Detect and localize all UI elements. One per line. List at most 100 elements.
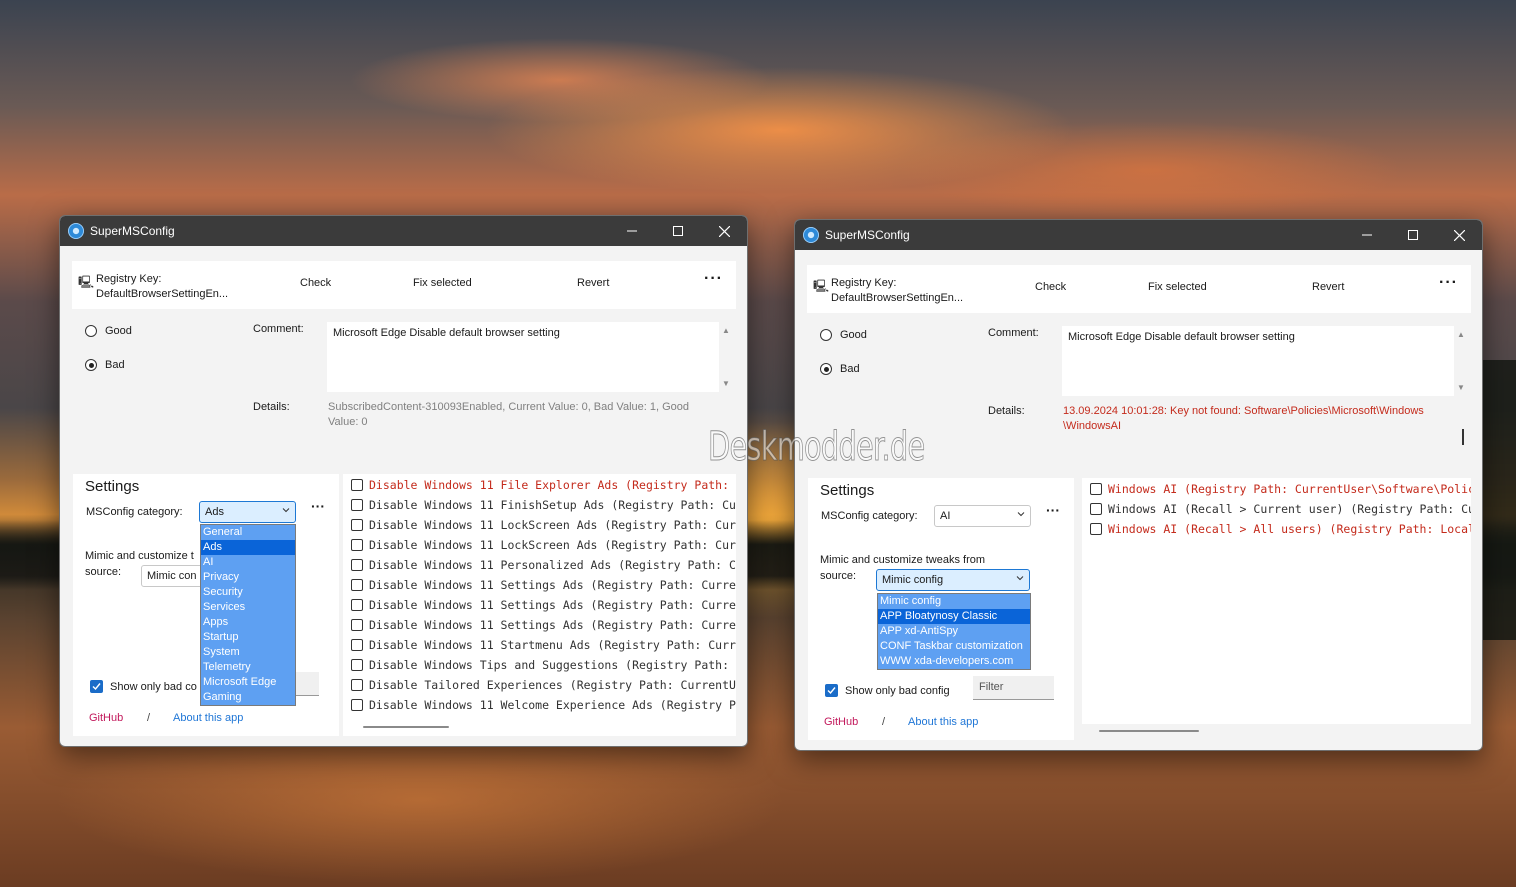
tweak-row[interactable]: Disable Windows 11 Settings Ads (Registr… (351, 598, 736, 612)
tweaks-list[interactable]: Disable Windows 11 File Explorer Ads (Re… (343, 474, 736, 736)
revert-button[interactable]: Revert (1312, 281, 1344, 293)
github-link[interactable]: GitHub (824, 716, 858, 728)
details-scrollbar[interactable] (1462, 429, 1464, 445)
tweak-checkbox[interactable] (351, 539, 363, 551)
dropdown-option[interactable]: Security (201, 585, 295, 600)
tweak-checkbox[interactable] (351, 699, 363, 711)
dropdown-option[interactable]: Ads (201, 540, 295, 555)
category-more-button[interactable]: ··· (311, 498, 325, 514)
tweaks-list[interactable]: Windows AI (Registry Path: CurrentUser\S… (1082, 478, 1471, 724)
dropdown-option[interactable]: Gaming (201, 690, 295, 705)
category-combobox[interactable]: AI (934, 505, 1031, 527)
about-link[interactable]: About this app (908, 716, 978, 728)
tweak-checkbox[interactable] (351, 519, 363, 531)
dropdown-option[interactable]: Services (201, 600, 295, 615)
dropdown-option[interactable]: AI (201, 555, 295, 570)
about-link[interactable]: About this app (173, 712, 243, 724)
more-options-button[interactable]: ··· (704, 270, 723, 288)
tweak-row[interactable]: Disable Windows 11 Settings Ads (Registr… (351, 618, 736, 632)
minimize-button[interactable] (609, 216, 655, 246)
tweak-row[interactable]: Disable Windows 11 Welcome Experience Ad… (351, 698, 736, 712)
tweak-checkbox[interactable] (1090, 503, 1102, 515)
title-bar[interactable]: SuperMSConfig (795, 220, 1482, 250)
dropdown-option[interactable]: Startup (201, 630, 295, 645)
good-radio[interactable]: Good (85, 325, 132, 337)
window-title: SuperMSConfig (90, 224, 175, 238)
dropdown-option[interactable]: Microsoft Edge (201, 675, 295, 690)
dropdown-option[interactable]: APP xd-AntiSpy (878, 624, 1030, 639)
tweak-row[interactable]: Disable Windows 11 Personalized Ads (Reg… (351, 558, 736, 572)
category-dropdown[interactable]: General Ads AI Privacy Security Services Apps S… (200, 524, 296, 706)
dropdown-option[interactable]: Mimic config (878, 594, 1030, 609)
radio-circle (820, 329, 832, 341)
tweak-checkbox[interactable] (351, 499, 363, 511)
chevron-down-icon (282, 508, 290, 513)
tweak-row[interactable]: Disable Windows 11 LockScreen Ads (Regis… (351, 518, 736, 532)
tweak-checkbox[interactable] (351, 659, 363, 671)
comment-scrollbar[interactable]: ▲ ▼ (722, 326, 734, 388)
dropdown-option[interactable]: APP Bloatynosy Classic (878, 609, 1030, 624)
comment-field[interactable]: Microsoft Edge Disable default browser s… (1062, 326, 1454, 396)
tweak-checkbox[interactable] (351, 639, 363, 651)
check-button[interactable]: Check (300, 277, 331, 289)
mimic-combobox[interactable]: Mimic config (876, 569, 1030, 591)
tweak-checkbox[interactable] (351, 619, 363, 631)
tweak-label: Windows AI (Recall > Current user) (Regi… (1108, 502, 1471, 516)
horizontal-scrollbar[interactable] (363, 726, 449, 728)
tweak-checkbox[interactable] (351, 599, 363, 611)
category-combobox[interactable]: Ads (199, 501, 296, 523)
close-button[interactable] (701, 216, 747, 246)
github-link[interactable]: GitHub (89, 712, 123, 724)
mimic-dropdown[interactable]: Mimic config APP Bloatynosy Classic APP xd… (877, 593, 1031, 670)
tweak-row[interactable]: Disable Windows 11 Settings Ads (Registr… (351, 578, 736, 592)
comment-scrollbar[interactable]: ▲ ▼ (1457, 330, 1469, 392)
checkmark-icon (90, 680, 103, 693)
bad-radio[interactable]: Bad (820, 363, 860, 375)
dropdown-option[interactable]: Telemetry (201, 660, 295, 675)
more-options-button[interactable]: ··· (1439, 274, 1458, 292)
tweak-checkbox[interactable] (1090, 523, 1102, 535)
tweak-row[interactable]: Disable Windows 11 FinishSetup Ads (Regi… (351, 498, 736, 512)
check-button[interactable]: Check (1035, 281, 1066, 293)
tweak-checkbox[interactable] (351, 559, 363, 571)
tweak-label: Disable Tailored Experiences (Registry P… (369, 678, 736, 692)
filter-input[interactable]: Filter (973, 676, 1054, 700)
maximize-button[interactable] (1390, 220, 1436, 250)
revert-button[interactable]: Revert (577, 277, 609, 289)
close-button[interactable] (1436, 220, 1482, 250)
show-bad-label: Show only bad config (845, 684, 950, 697)
tweak-row[interactable]: Disable Windows Tips and Suggestions (Re… (351, 658, 729, 672)
tweak-checkbox[interactable] (351, 679, 363, 691)
tweak-row[interactable]: Disable Tailored Experiences (Registry P… (351, 678, 736, 692)
fix-selected-button[interactable]: Fix selected (1148, 281, 1207, 293)
horizontal-scrollbar[interactable] (1099, 730, 1199, 732)
minimize-button[interactable] (1344, 220, 1390, 250)
comment-field[interactable]: Microsoft Edge Disable default browser s… (327, 322, 719, 392)
fix-selected-button[interactable]: Fix selected (413, 277, 472, 289)
tweak-row[interactable]: Disable Windows 11 File Explorer Ads (Re… (351, 478, 729, 492)
good-radio[interactable]: Good (820, 329, 867, 341)
maximize-button[interactable] (655, 216, 701, 246)
dropdown-option[interactable]: Privacy (201, 570, 295, 585)
dropdown-option[interactable]: CONF Taskbar customization (878, 639, 1030, 654)
show-bad-checkbox[interactable]: Show only bad co (90, 680, 197, 693)
tweak-checkbox[interactable] (1090, 483, 1102, 495)
dropdown-option[interactable]: WWW xda-developers.com (878, 654, 1030, 669)
tweak-label: Disable Windows Tips and Suggestions (Re… (369, 658, 730, 672)
dropdown-option[interactable]: General (201, 525, 295, 540)
bad-radio[interactable]: Bad (85, 359, 125, 371)
tweak-row[interactable]: Disable Windows 11 LockScreen Ads (Regis… (351, 538, 736, 552)
dropdown-option[interactable]: Apps (201, 615, 295, 630)
dropdown-option[interactable]: System (201, 645, 295, 660)
tweak-row[interactable]: Windows AI (Registry Path: CurrentUser\S… (1090, 482, 1471, 496)
tweak-checkbox[interactable] (351, 479, 363, 491)
tweak-row[interactable]: Windows AI (Recall > All users) (Registr… (1090, 522, 1471, 536)
title-bar[interactable]: SuperMSConfig (60, 216, 747, 246)
show-bad-checkbox[interactable]: Show only bad config (825, 684, 950, 697)
tweak-row[interactable]: Windows AI (Recall > Current user) (Regi… (1090, 502, 1471, 516)
good-label: Good (105, 325, 132, 337)
minimize-icon (1362, 234, 1372, 236)
category-more-button[interactable]: ··· (1046, 502, 1060, 518)
tweak-row[interactable]: Disable Windows 11 Startmenu Ads (Regist… (351, 638, 736, 652)
tweak-checkbox[interactable] (351, 579, 363, 591)
